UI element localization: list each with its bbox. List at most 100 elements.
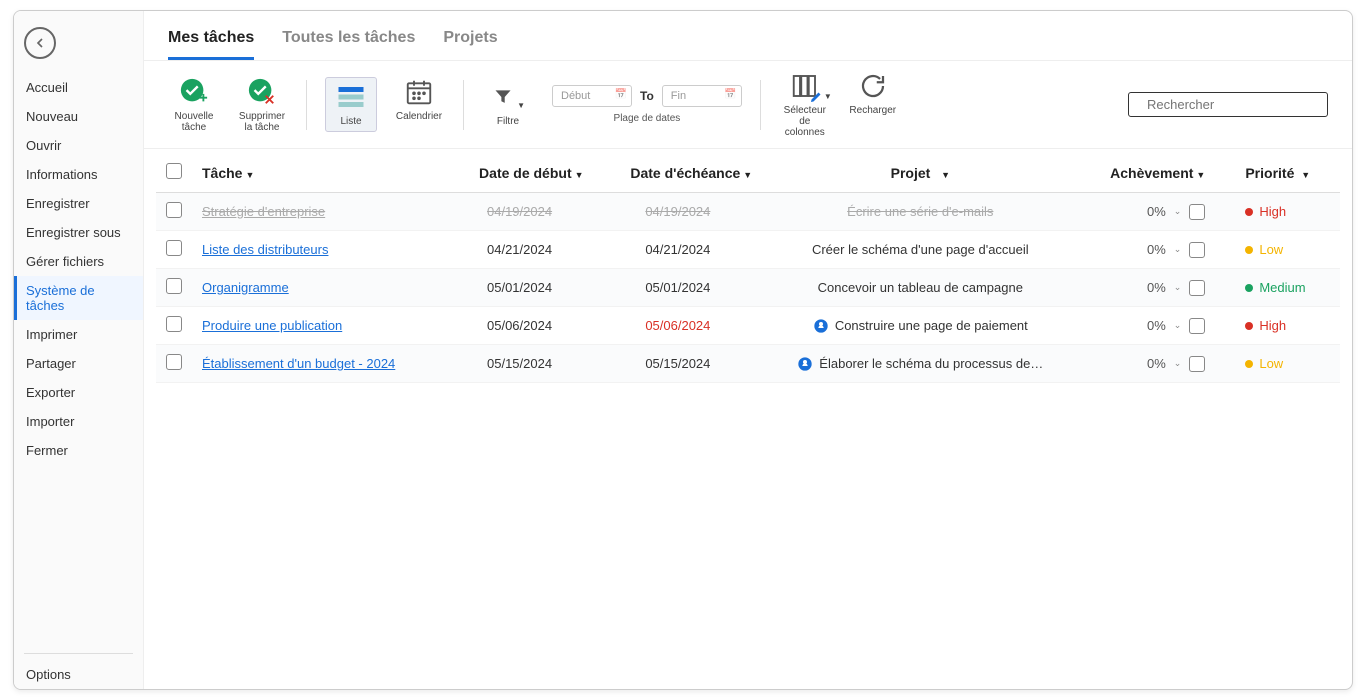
calendar-icon — [404, 77, 434, 107]
table-row: Stratégie d'entreprise 04/19/202404/19/20… — [156, 193, 1340, 231]
row-checkbox[interactable] — [166, 240, 182, 256]
completion-cell[interactable]: 0%⌄ — [1088, 356, 1205, 372]
completion-cell[interactable]: 0%⌄ — [1088, 242, 1205, 258]
main-area: Mes tâches Toutes les tâches Projets Nouve… — [144, 11, 1352, 689]
table-row: Produire une publication 05/06/202405/06/… — [156, 307, 1340, 345]
sidebar-item-9[interactable]: Partager — [14, 349, 143, 378]
sidebar-item-8[interactable]: Imprimer — [14, 320, 143, 349]
due-date: 04/19/2024 — [594, 193, 763, 231]
table-row: Organigramme05/01/202405/01/2024Concevoi… — [156, 269, 1340, 307]
sidebar-item-4[interactable]: Enregistrer — [14, 189, 143, 218]
table-row: Liste des distributeurs04/21/202404/21/2… — [156, 231, 1340, 269]
delete-task-button[interactable]: Supprimer la tâche — [236, 77, 288, 133]
filter-label: Filtre — [497, 116, 519, 127]
date-end-input[interactable]: Fin — [662, 85, 742, 107]
col-priority[interactable]: Priorité ▼ — [1215, 149, 1340, 193]
sidebar-item-5[interactable]: Enregistrer sous — [14, 218, 143, 247]
row-checkbox[interactable] — [166, 278, 182, 294]
task-link[interactable]: Organigramme — [202, 280, 289, 295]
check-plus-icon — [179, 77, 209, 107]
row-checkbox[interactable] — [166, 202, 182, 218]
priority-cell: Medium — [1225, 280, 1330, 295]
list-view-button[interactable]: Liste — [325, 77, 377, 132]
col-project[interactable]: Projet ▼ — [762, 149, 1078, 193]
task-link[interactable]: Liste des distributeurs — [202, 242, 328, 257]
col-due[interactable]: Date d'échéance▼ — [594, 149, 763, 193]
reload-button[interactable]: Recharger — [847, 71, 899, 116]
due-date: 05/15/2024 — [594, 345, 763, 383]
sidebar-item-2[interactable]: Ouvrir — [14, 131, 143, 160]
project-icon — [813, 318, 829, 334]
task-link[interactable]: Stratégie d'entreprise — [202, 204, 325, 219]
calendar-view-button[interactable]: Calendrier — [393, 77, 445, 122]
filter-button[interactable]: ▼ Filtre — [482, 82, 534, 127]
reload-icon — [858, 71, 888, 101]
project-cell: Construire une page de paiement — [772, 318, 1068, 334]
task-link[interactable]: Établissement d'un budget - 2024 — [202, 356, 395, 371]
search-box[interactable] — [1128, 92, 1328, 117]
sidebar-item-11[interactable]: Importer — [14, 407, 143, 436]
sidebar-item-3[interactable]: Informations — [14, 160, 143, 189]
priority-cell: High — [1225, 204, 1330, 219]
list-icon — [336, 82, 366, 112]
start-date: 05/15/2024 — [446, 345, 594, 383]
sidebar-options[interactable]: Options — [14, 660, 143, 689]
columns-icon: ▼ — [790, 71, 820, 101]
back-button[interactable] — [24, 27, 56, 59]
sidebar-item-1[interactable]: Nouveau — [14, 102, 143, 131]
completion-cell[interactable]: 0%⌄ — [1088, 204, 1205, 220]
completion-checkbox[interactable] — [1189, 318, 1205, 334]
calendar-view-label: Calendrier — [396, 111, 442, 122]
chevron-down-icon[interactable]: ⌄ — [1174, 358, 1182, 369]
table-row: Établissement d'un budget - 2024 05/15/20… — [156, 345, 1340, 383]
row-checkbox[interactable] — [166, 354, 182, 370]
select-all-checkbox[interactable] — [166, 163, 182, 179]
sidebar-item-0[interactable]: Accueil — [14, 73, 143, 102]
task-link[interactable]: Produire une publication — [202, 318, 342, 333]
column-selector-button[interactable]: ▼ Sélecteur de colonnes — [779, 71, 831, 138]
list-view-label: Liste — [340, 116, 361, 127]
tab-1[interactable]: Toutes les tâches — [282, 29, 415, 60]
completion-checkbox[interactable] — [1189, 242, 1205, 258]
search-input[interactable] — [1147, 97, 1323, 112]
project-cell: Concevoir un tableau de campagne — [772, 280, 1068, 295]
new-task-button[interactable]: Nouvelle tâche — [168, 77, 220, 133]
row-checkbox[interactable] — [166, 316, 182, 332]
chevron-down-icon[interactable]: ⌄ — [1174, 206, 1182, 217]
col-start[interactable]: Date de début▼ — [446, 149, 594, 193]
arrow-left-icon — [32, 35, 48, 51]
sidebar-item-10[interactable]: Exporter — [14, 378, 143, 407]
completion-cell[interactable]: 0%⌄ — [1088, 318, 1205, 334]
sidebar-item-6[interactable]: Gérer fichiers — [14, 247, 143, 276]
due-date: 05/06/2024 — [594, 307, 763, 345]
date-to-label: To — [640, 89, 654, 103]
completion-cell[interactable]: 0%⌄ — [1088, 280, 1205, 296]
start-date: 04/19/2024 — [446, 193, 594, 231]
completion-checkbox[interactable] — [1189, 356, 1205, 372]
delete-task-label: Supprimer la tâche — [239, 111, 285, 133]
completion-checkbox[interactable] — [1189, 280, 1205, 296]
completion-checkbox[interactable] — [1189, 204, 1205, 220]
priority-cell: High — [1225, 318, 1330, 333]
priority-dot-icon — [1245, 322, 1253, 330]
priority-cell: Low — [1225, 356, 1330, 371]
chevron-down-icon[interactable]: ⌄ — [1174, 282, 1182, 293]
col-task[interactable]: Tâche▼ — [192, 149, 446, 193]
chevron-down-icon[interactable]: ⌄ — [1174, 320, 1182, 331]
task-table-wrap: Tâche▼ Date de début▼ Date d'échéance▼ P… — [144, 149, 1352, 689]
date-start-input[interactable]: Début — [552, 85, 632, 107]
check-delete-icon — [247, 77, 277, 107]
sidebar-item-12[interactable]: Fermer — [14, 436, 143, 465]
project-cell: Écrire une série d'e-mails — [772, 204, 1068, 219]
tabs-bar: Mes tâches Toutes les tâches Projets — [144, 11, 1352, 61]
sidebar-item-7[interactable]: Système de tâches — [14, 276, 143, 320]
priority-cell: Low — [1225, 242, 1330, 257]
reload-label: Recharger — [849, 105, 896, 116]
tab-2[interactable]: Projets — [443, 29, 497, 60]
col-completion[interactable]: Achèvement▼ — [1078, 149, 1215, 193]
column-selector-label: Sélecteur de colonnes — [779, 105, 831, 138]
project-cell: Créer le schéma d'une page d'accueil — [772, 242, 1068, 257]
start-date: 05/06/2024 — [446, 307, 594, 345]
tab-0[interactable]: Mes tâches — [168, 29, 254, 60]
chevron-down-icon[interactable]: ⌄ — [1174, 244, 1182, 255]
